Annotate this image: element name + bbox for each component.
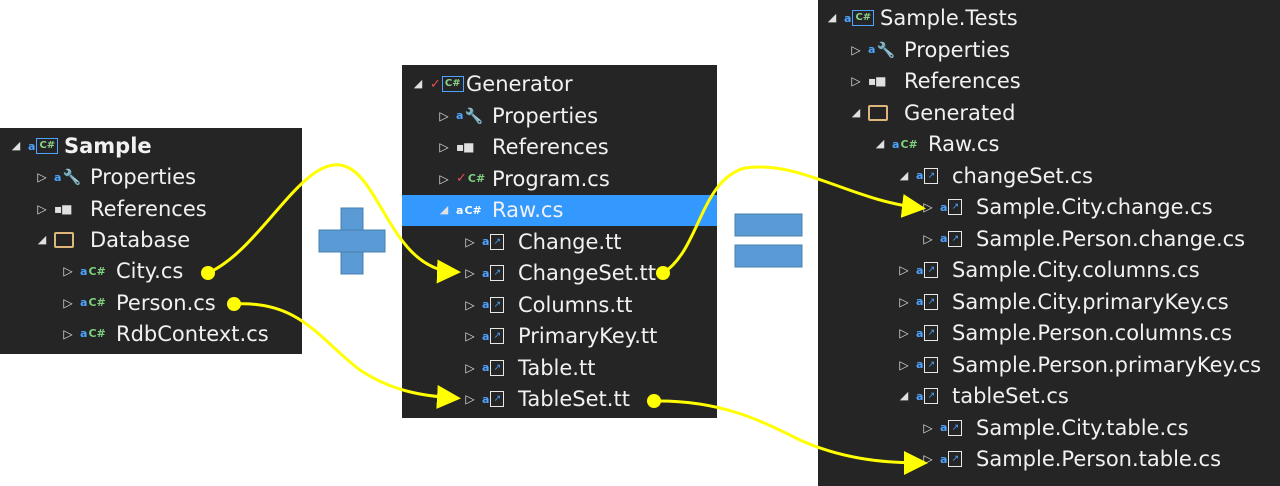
diagram-overlay — [201, 163, 928, 475]
plus-operator-icon — [318, 207, 386, 275]
connector-tableset-to-table-files — [647, 394, 928, 475]
connector-city-to-changeset — [201, 163, 461, 284]
connector-person-to-tableset — [227, 297, 461, 409]
equals-operator-icon — [734, 213, 803, 268]
